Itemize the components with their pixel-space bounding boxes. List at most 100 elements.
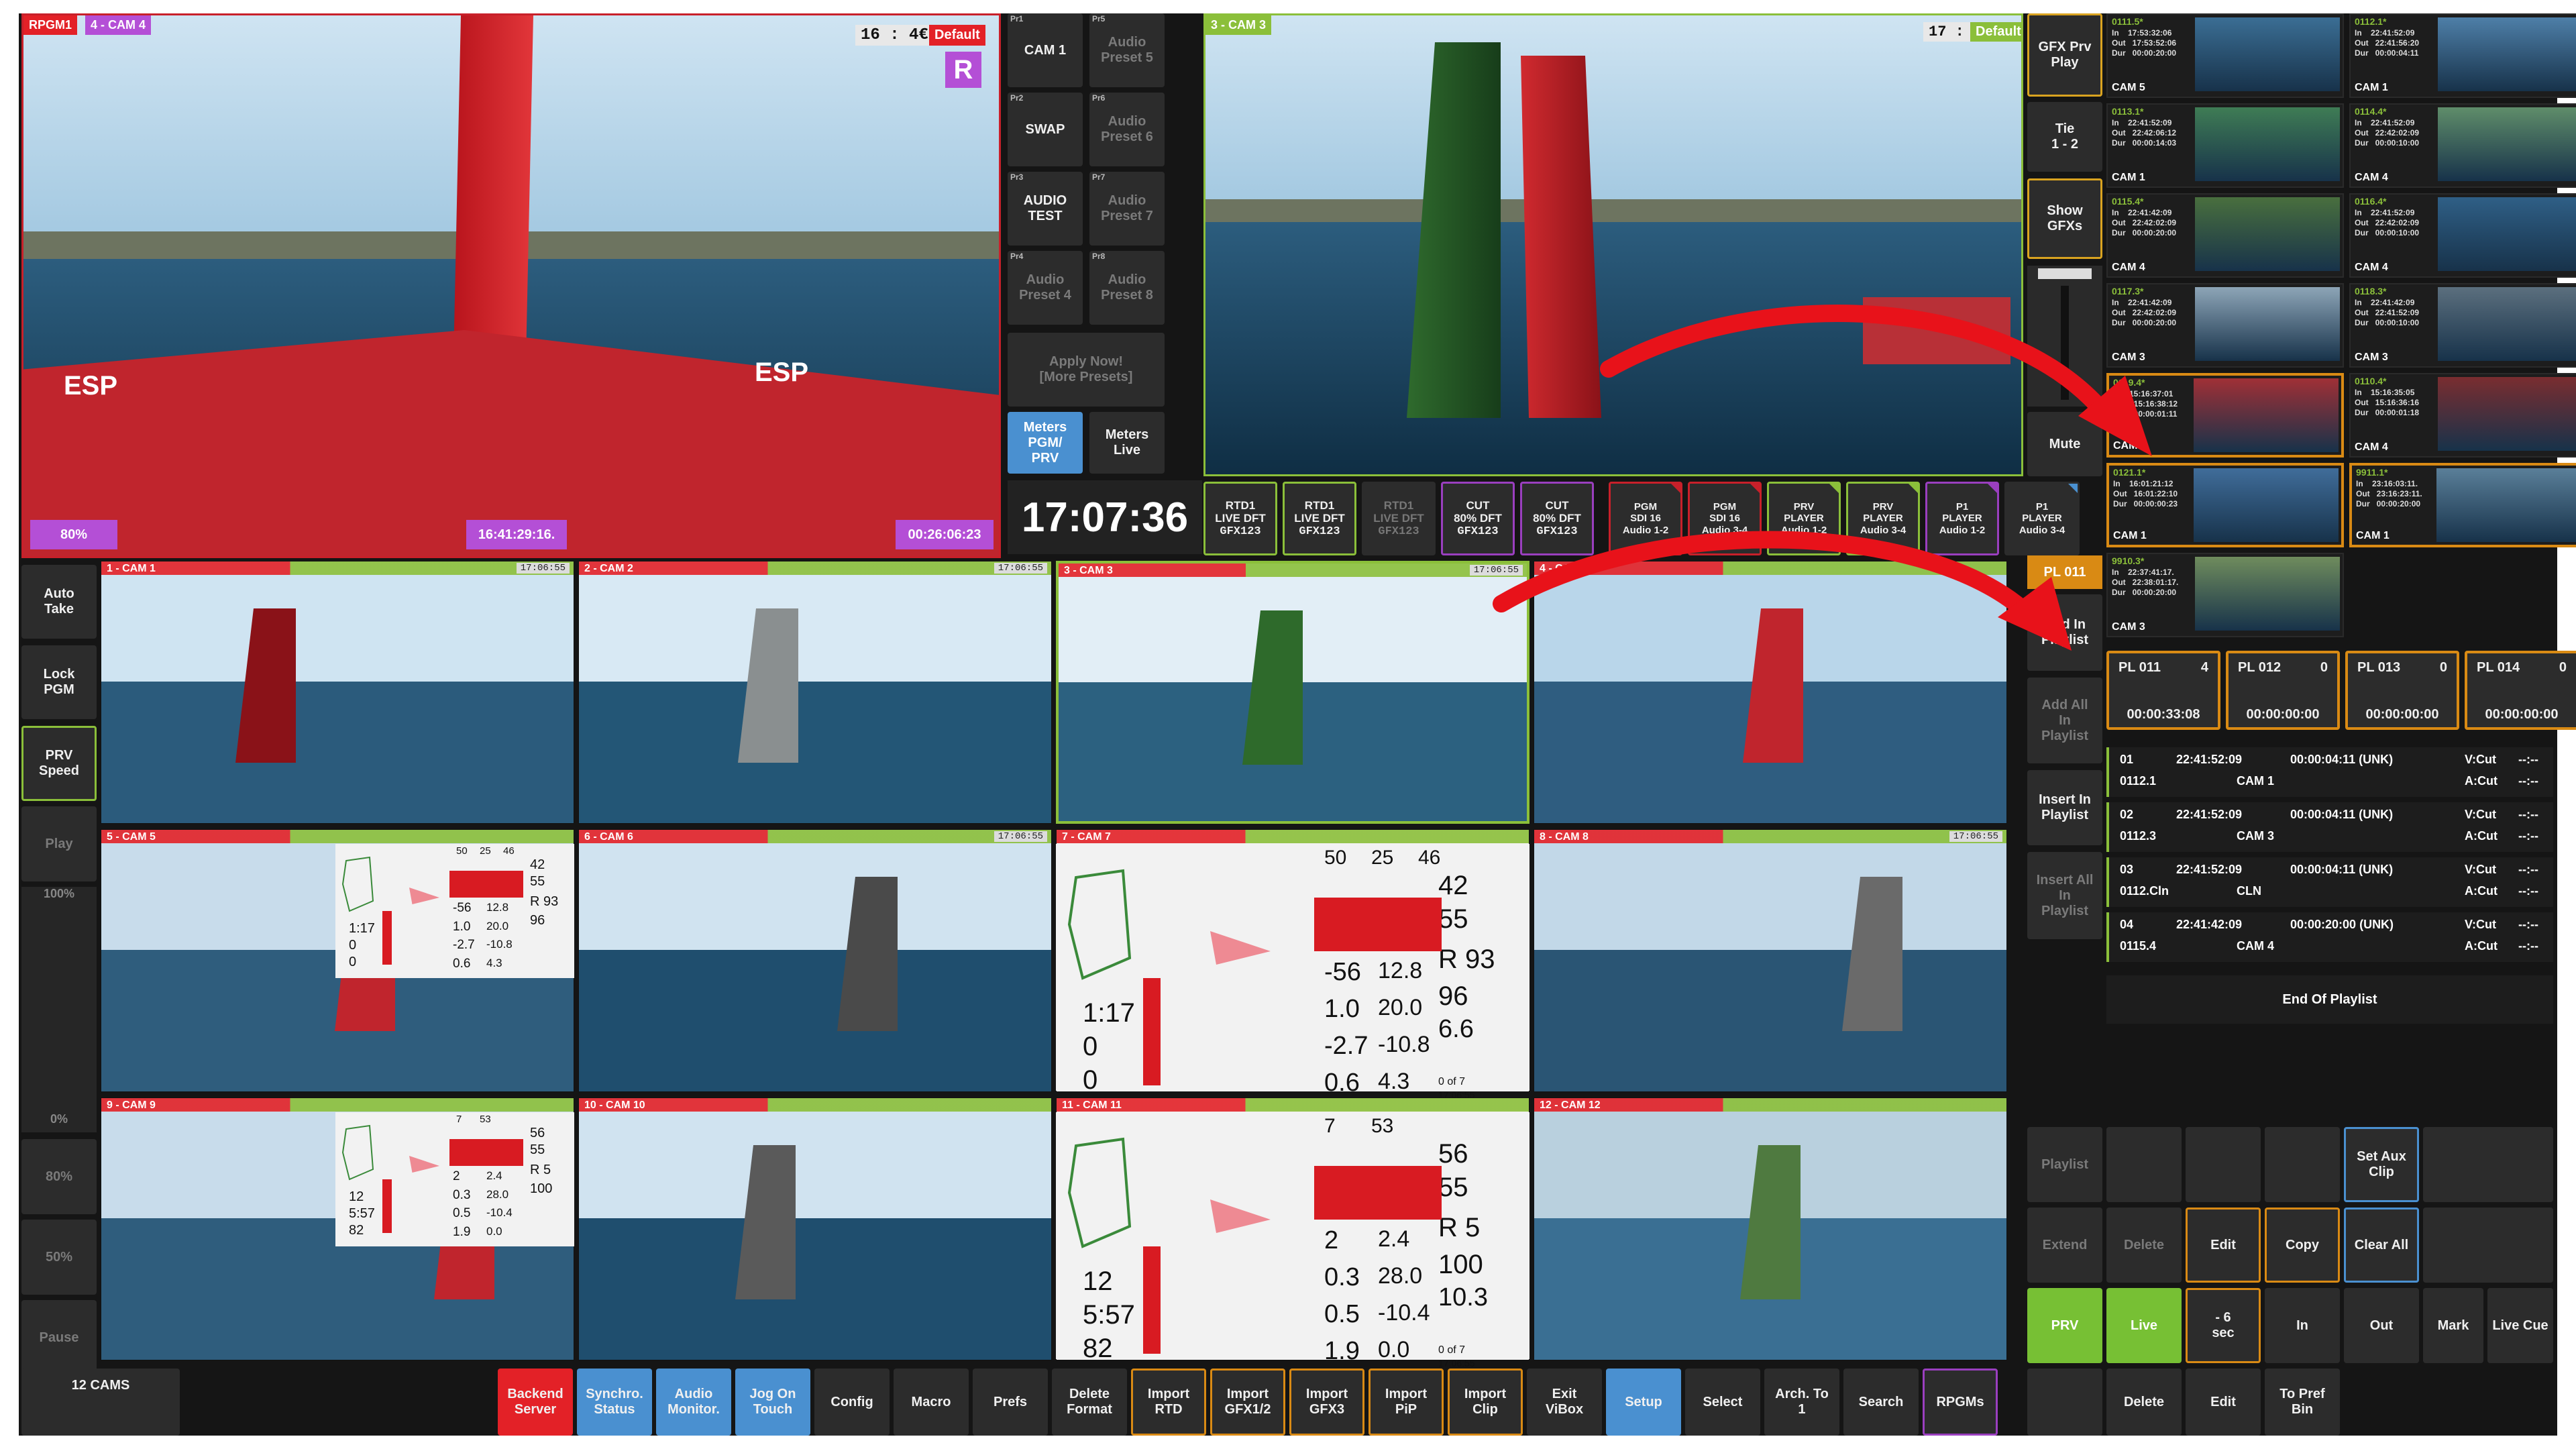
audio-button-4[interactable]: PRV PLAYER Audio 3-4 [1846,482,1920,555]
empty-btn-4[interactable] [2423,1127,2553,1202]
meters-pgm-prv-button[interactable]: Meters PGM/ PRV [1008,412,1083,474]
tie-button[interactable]: Tie 1 - 2 [2027,102,2102,172]
clip-card[interactable]: 0111.5* In 17:53:32:06 Out 17:53:52:06 Du… [2106,13,2344,98]
empty-btn-2[interactable] [2186,1127,2261,1202]
multiview-tile[interactable]: 1 - CAM 1 17:06:55 [101,561,574,824]
speed-slider[interactable]: 100% 0% [21,887,97,1132]
prv-mode-button[interactable]: PRV [2027,1288,2102,1363]
pause-button[interactable]: Pause [21,1300,97,1375]
preset-pr5-button[interactable]: Pr5 Audio Preset 5 [1089,13,1165,87]
preset-pr2-button[interactable]: Pr2 SWAP [1008,93,1083,166]
bottom-button-9[interactable]: Import RTD [1131,1368,1206,1436]
in-button[interactable]: In [2265,1288,2340,1363]
playlist-tab-2[interactable]: PL 012 0 00:00:00:00 [2226,651,2340,730]
bottom-button-12[interactable]: Import PiP [1368,1368,1444,1436]
playlist-tab-3[interactable]: PL 013 0 00:00:00:00 [2345,651,2459,730]
audio-fader[interactable] [2027,266,2102,407]
bottom-button-7[interactable]: Prefs [973,1368,1048,1436]
multiview-tile[interactable]: 6 - CAM 6 17:06:55 [578,829,1052,1092]
multiview-tile[interactable]: 3 - CAM 3 17:06:55 [1056,561,1529,824]
audio-button-1[interactable]: PGM SDI 16 Audio 1-2 [1609,482,1682,555]
bottom-button-19[interactable]: RPGMs [1923,1368,1998,1436]
add-all-in-playlist-button[interactable]: Add All In Playlist [2027,678,2102,763]
playlist-row[interactable]: 04 22:41:42:09 00:00:20:00 (UNK) V:Cut --:--… [2106,912,2553,962]
multiview-tile[interactable]: 12 - CAM 12 [1534,1097,2007,1360]
gfx-button-4[interactable]: CUT 80% DFT GFX123 [1441,482,1515,555]
bottom-button-18[interactable]: Search [1843,1368,1919,1436]
bottom-button-16[interactable]: Select [1685,1368,1760,1436]
playlist-tab-1[interactable]: PL 011 4 00:00:33:08 [2106,651,2220,730]
bottom-button-10[interactable]: Import GFX1/2 [1210,1368,1285,1436]
delete-button[interactable]: Delete [2106,1208,2182,1283]
bottom-button-8[interactable]: Delete Format [1052,1368,1127,1436]
speed-80-button[interactable]: 80% [21,1139,97,1214]
empty-btn-6[interactable] [2027,1368,2102,1436]
clip-card[interactable]: 0117.3* In 22:41:42:09 Out 22:42:02:09 Du… [2106,283,2344,368]
gfx-button-5[interactable]: CUT 80% DFT GFX123 [1520,482,1594,555]
bottom-button-2[interactable]: Synchro. Status [577,1368,652,1436]
edit-button[interactable]: Edit [2186,1208,2261,1283]
clip-card[interactable]: 0115.4* In 22:41:42:09 Out 22:42:02:09 Du… [2106,193,2344,278]
playlist-tab-4[interactable]: PL 014 0 00:00:00:00 [2465,651,2576,730]
preset-pr7-button[interactable]: Pr7 Audio Preset 7 [1089,172,1165,246]
clip-card[interactable]: 0112.1* In 22:41:52:09 Out 22:41:56:20 Du… [2349,13,2576,98]
clip-card[interactable]: 0121.1* In 16:01:21:12 Out 16:01:22:10 Du… [2106,463,2344,547]
clip-card[interactable]: 0114.4* In 22:41:52:09 Out 22:42:02:09 Du… [2349,103,2576,188]
audio-button-2[interactable]: PGM SDI 16 Audio 3-4 [1688,482,1762,555]
playlist-row[interactable]: 01 22:41:52:09 00:00:04:11 (UNK) V:Cut --:--… [2106,747,2553,797]
bottom-button-3[interactable]: Audio Monitor. [656,1368,731,1436]
insert-all-in-playlist-button[interactable]: Insert All In Playlist [2027,852,2102,939]
bottom-button-1[interactable]: Backend Server [498,1368,573,1436]
mute-button[interactable]: Mute [2027,412,2102,476]
empty-btn-1[interactable] [2106,1127,2182,1202]
preset-pr4-button[interactable]: Pr4 Audio Preset 4 [1008,251,1083,325]
extend-button[interactable]: Extend [2027,1208,2102,1283]
audio-button-3[interactable]: PRV PLAYER Audio 1-2 [1767,482,1841,555]
bottom-button-5[interactable]: Config [814,1368,890,1436]
clip-card[interactable]: 9911.1* In 23:16:03:11. Out 23:16:23:11. … [2349,463,2576,547]
playlist-button[interactable]: Playlist [2027,1127,2102,1202]
out-button[interactable]: Out [2344,1288,2419,1363]
audio-button-6[interactable]: P1 PLAYER Audio 3-4 [2004,482,2080,555]
audio-button-5[interactable]: P1 PLAYER Audio 1-2 [1925,482,1999,555]
bottom-button-14[interactable]: Exit ViBox [1527,1368,1602,1436]
empty-btn-5[interactable] [2423,1208,2553,1283]
clip-card[interactable]: 0110.4* In 15:16:35:05 Out 15:16:36:16 Du… [2349,373,2576,458]
clip-card[interactable]: 0116.4* In 22:41:52:09 Out 22:42:02:09 Du… [2349,193,2576,278]
minus-6-sec-button[interactable]: - 6 sec [2186,1288,2261,1363]
add-in-playlist-button[interactable]: Add In Playlist [2027,594,2102,671]
auto-take-button[interactable]: Auto Take [21,565,97,639]
bottom-button-17[interactable]: Arch. To 1 [1764,1368,1839,1436]
prv-speed-button[interactable]: PRV Speed [21,726,97,801]
clip-card[interactable]: 0113.1* In 22:41:52:09 Out 22:42:06:12 Du… [2106,103,2344,188]
live-mode-button[interactable]: Live [2106,1288,2182,1363]
multiview-tile[interactable]: 4 - CAM 4 [1534,561,2007,824]
multiview-tile[interactable]: 2 - CAM 2 17:06:55 [578,561,1052,824]
gfx-button-1[interactable]: RTD1 LIVE DFT GFX123 [1203,482,1277,555]
clear-all-button[interactable]: Clear All [2344,1208,2419,1283]
clip-card[interactable]: 9910.3* In 22:37:41:17. Out 22:38:01:17. … [2106,553,2344,637]
gfx-prv-play-button[interactable]: GFX Prv Play [2027,13,2102,97]
multiview-tile[interactable]: 10 - CAM 10 [578,1097,1052,1360]
meters-live-button[interactable]: Meters Live [1089,412,1165,474]
playlist-row[interactable]: 03 22:41:52:09 00:00:04:11 (UNK) V:Cut --:--… [2106,857,2553,907]
copy-button[interactable]: Copy [2265,1208,2340,1283]
preset-pr1-button[interactable]: Pr1 CAM 1 [1008,13,1083,87]
mark-button[interactable]: Mark [2423,1288,2483,1363]
set-aux-clip-button[interactable]: Set Aux Clip [2344,1127,2419,1202]
bottom-button-11[interactable]: Import GFX3 [1289,1368,1364,1436]
multiview-tile[interactable]: 8 - CAM 8 17:06:55 [1534,829,2007,1092]
gfx-button-2[interactable]: RTD1 LIVE DFT GFX123 [1283,482,1356,555]
clip-card[interactable]: 0119.4* In 15:16:37:01 Out 15:16:38:12 Du… [2106,373,2344,458]
preset-pr3-button[interactable]: Pr3 AUDIO TEST [1008,172,1083,246]
preset-pr8-button[interactable]: Pr8 Audio Preset 8 [1089,251,1165,325]
bottom-button-4[interactable]: Jog On Touch [735,1368,810,1436]
bottom-button-15[interactable]: Setup [1606,1368,1681,1436]
preset-pr6-button[interactable]: Pr6 Audio Preset 6 [1089,93,1165,166]
delete-clip-button[interactable]: Delete [2106,1368,2182,1436]
empty-btn-3[interactable] [2265,1127,2340,1202]
apply-now-button[interactable]: Apply Now! [More Presets] [1008,333,1165,407]
lock-pgm-button[interactable]: Lock PGM [21,645,97,719]
playlist-row[interactable]: 02 22:41:52:09 00:00:04:11 (UNK) V:Cut --:--… [2106,802,2553,852]
gfx-button-3[interactable]: RTD1 LIVE DFT GFX123 [1362,482,1436,555]
